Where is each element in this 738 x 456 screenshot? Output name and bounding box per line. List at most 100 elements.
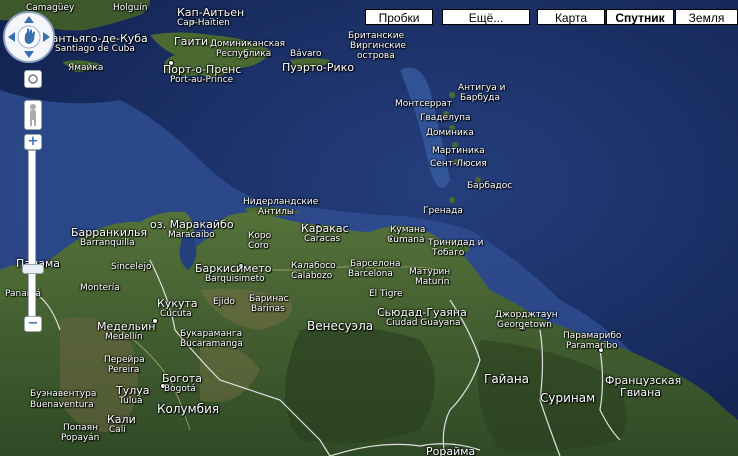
label-ejido: Ejido [213, 297, 235, 307]
label-barranquilla: Барранкилья [71, 226, 148, 239]
label-calabozo: Калабосо [291, 261, 336, 271]
label-cap-haitien: Кап-Аитьен [177, 6, 245, 19]
reset-view-button[interactable] [24, 70, 42, 88]
label-martinique: Мартиника [432, 146, 485, 156]
label-calabozo-sub: Calabozo [291, 271, 333, 281]
label-grenada: Гренада [423, 206, 463, 216]
street-view-pegman-button[interactable] [24, 100, 42, 130]
zoom-in-button[interactable]: + [24, 134, 42, 150]
label-french-guiana-1: Французская [605, 374, 682, 387]
label-bvi-2: Виргинские [350, 41, 406, 51]
label-dominica: Доминика [426, 128, 474, 138]
label-bucaramanga: Букараманга [180, 329, 243, 339]
label-santiago: Сантьяго-де-Куба [44, 32, 148, 45]
label-caracas-sub: Caracas [304, 234, 341, 244]
label-cumana-sub: Cumaná [387, 235, 425, 245]
label-maracaibo-sub: Maracaibo [168, 230, 215, 240]
map-type-terrain-button[interactable]: Земля [675, 9, 738, 25]
label-bucaramanga-sub: Bucaramanga [180, 339, 243, 349]
label-antigua-1: Антигуа и [458, 83, 506, 93]
pan-control[interactable] [2, 10, 56, 64]
label-puerto-rico: Пуэрто-Рико [282, 61, 355, 74]
label-colombia: Колумбия [157, 402, 220, 416]
satellite-map[interactable]: Camagüey Holguín Сантьяго-де-Куба Santia… [0, 0, 738, 456]
label-suriname: Суринам [540, 391, 596, 405]
label-barcelona-sub: Barcelona [348, 269, 393, 279]
label-coro-sub: Coro [248, 241, 269, 251]
label-antigua-2: Барбуда [460, 93, 501, 103]
label-medellin-sub: Medellín [105, 332, 143, 342]
label-bogota-sub: Bogotá [164, 384, 196, 394]
traffic-button[interactable]: Пробки [365, 9, 433, 25]
label-pereira-sub: Pereira [108, 365, 140, 375]
label-tulua: Тулуа [116, 384, 150, 397]
label-bvi-3: острова [357, 51, 395, 61]
label-maturin-sub: Maturín [415, 277, 450, 287]
label-barinas-sub: Barinas [251, 304, 285, 314]
label-guadeloupe: Гваделупа [420, 113, 471, 123]
label-cali: Кали [107, 413, 136, 426]
label-guyana: Гайана [484, 372, 530, 386]
label-cumana: Кумана [390, 225, 426, 235]
label-monteria: Montería [80, 283, 120, 293]
label-barranquilla-sub: Barranquilla [80, 238, 135, 248]
label-dominican: Доминиканская [210, 39, 286, 49]
label-tulua-sub: Tuluá [119, 396, 143, 406]
label-buenaventura-sub: Buenaventura [30, 400, 94, 410]
map-type-map-button[interactable]: Карта [537, 9, 605, 25]
label-port-au-prince-sub: Port-au-Prince [170, 75, 234, 85]
label-barquisimeto: Баркисимето [195, 262, 272, 275]
zoom-out-button[interactable]: − [24, 316, 42, 332]
label-cucuta-sub: Cúcuta [160, 309, 192, 319]
label-antilles-1: Нидерландские [243, 197, 319, 207]
label-coro: Коро [248, 231, 272, 241]
label-ciudad-guayana-sub: Ciudad Guayana [386, 318, 461, 328]
label-paramaribo-sub: Paramaribo [566, 341, 618, 351]
label-caracas: Каракас [301, 222, 349, 235]
label-barquisimeto-sub: Barquisimeto [205, 274, 265, 284]
label-popayan: Попаян [63, 423, 98, 433]
label-cucuta: Кукута [157, 297, 198, 310]
label-trinidad-2: Тобаго [432, 248, 465, 258]
label-st-lucia: Сент-Люсия [430, 159, 487, 169]
zoom-slider-handle[interactable] [22, 264, 44, 274]
label-barinas: Баринас [249, 294, 289, 304]
label-bogota: Богота [162, 372, 202, 385]
pegman-icon [30, 104, 36, 126]
label-ciudad-guayana: Сьюдад-Гуаяна [377, 306, 467, 319]
label-bvi-1: Британские [348, 31, 405, 41]
label-maturin: Матурин [409, 267, 451, 277]
more-button[interactable]: Ещё... [442, 9, 530, 25]
label-barcelona: Барселона [350, 259, 401, 269]
label-georgetown-sub: Georgetown [497, 320, 552, 330]
label-georgetown: Джорджтаун [495, 310, 558, 320]
label-cap-haitien-sub: Cap-Haïtien [177, 18, 230, 28]
label-paramaribo: Парамарибо [563, 331, 622, 341]
pan-compass-icon [3, 11, 55, 63]
label-antilles-2: Антилы [258, 207, 294, 217]
label-maracaibo-lake: оз. Маракайбо [150, 218, 234, 231]
label-roraima: Рорайма [426, 445, 476, 456]
label-republic: Республика [216, 49, 272, 59]
map-type-satellite-button[interactable]: Спутник [606, 9, 674, 25]
label-medellin: Медельин [97, 320, 156, 333]
label-haiti: Гаити [174, 35, 209, 48]
label-french-guiana-2: Гвиана [620, 386, 662, 399]
label-jamaica: Ямайка [68, 63, 104, 73]
label-pereira: Перейра [104, 355, 145, 365]
label-bavaro: Bávaro [290, 49, 322, 59]
zoom-slider-track[interactable] [28, 150, 36, 320]
label-santiago-sub: Santiago de Cuba [55, 44, 135, 54]
label-montserrat: Монтсеррат [395, 99, 453, 109]
label-holguin: Holguín [113, 3, 148, 13]
label-sincelejo: Sincelejo [111, 262, 152, 272]
circle-icon [28, 74, 38, 84]
label-trinidad-1: Тринидад и [428, 238, 484, 248]
label-el-tigre: El Tigre [369, 289, 403, 299]
label-port-au-prince: Порт-о-Пренс [163, 63, 242, 76]
label-venezuela: Венесуэла [307, 319, 374, 333]
label-barbados: Барбадос [467, 181, 513, 191]
label-popayan-sub: Popayán [61, 433, 100, 443]
label-cali-sub: Cali [109, 425, 126, 435]
label-buenaventura: Буэнавентура [30, 389, 97, 399]
